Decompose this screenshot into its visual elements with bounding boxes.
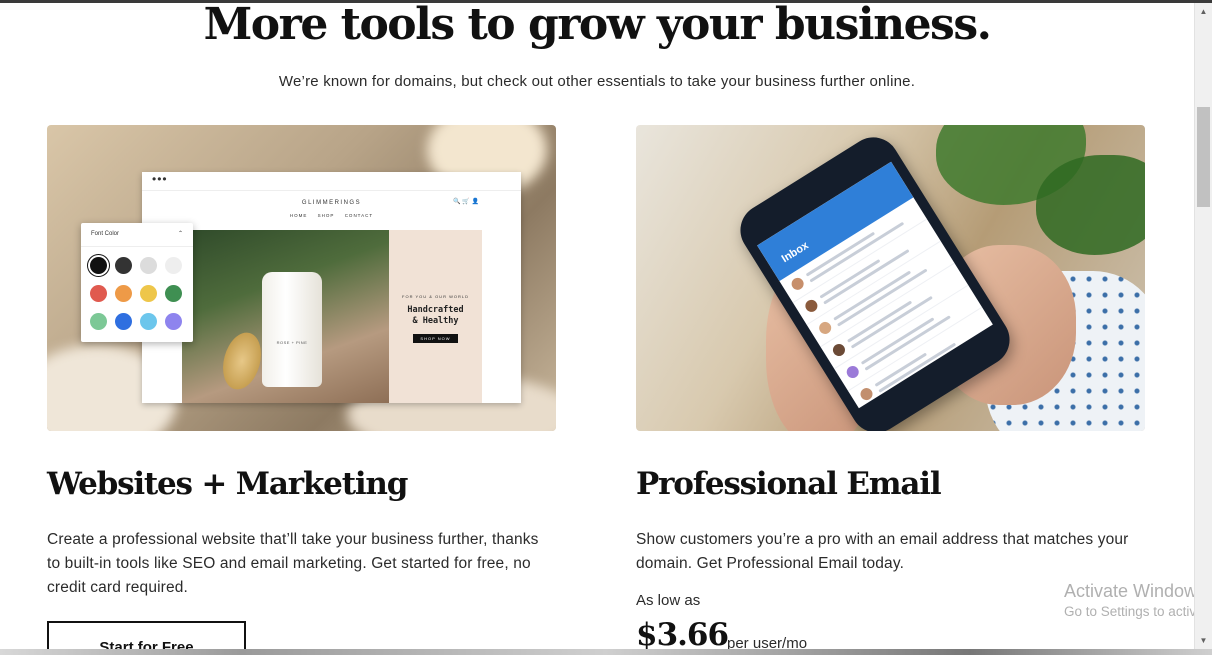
site-nav-home: HOME <box>289 213 308 218</box>
browser-dots: ••• <box>142 172 521 191</box>
activate-windows-watermark: Activate Windows Go to Settings to activ… <box>1064 581 1194 619</box>
color-swatch <box>90 285 107 302</box>
color-swatch <box>140 313 157 330</box>
color-swatch <box>90 313 107 330</box>
section-subheadline: We’re known for domains, but check out o… <box>278 73 916 90</box>
websites-marketing-image: ••• GLIMMERINGS HOME SHOP CONTACT 🔍 🛒 👤 … <box>47 125 556 431</box>
color-swatch <box>165 285 182 302</box>
color-swatch <box>165 313 182 330</box>
site-nav-contact: CONTACT <box>344 213 374 218</box>
site-header-icons: 🔍 🛒 👤 <box>453 199 479 205</box>
avatar <box>816 319 834 337</box>
hero-title-line1: Handcrafted <box>407 305 464 315</box>
professional-email-description: Show customers you’re a pro with an emai… <box>636 531 1129 572</box>
avatar <box>858 385 875 403</box>
chevron-up-icon: ⌃ <box>177 231 183 237</box>
scroll-up-arrow-icon[interactable]: ▲ <box>1195 3 1212 20</box>
color-swatch <box>115 285 132 302</box>
websites-marketing-title: Websites + Marketing <box>47 466 408 502</box>
avatar <box>830 341 848 359</box>
candle-product-photo: ROSE + PINE <box>182 230 389 403</box>
watermark-line2: Go to Settings to activate Windows. <box>1064 604 1194 619</box>
window-bottom-edge <box>0 649 1212 655</box>
site-nav-shop: SHOP <box>317 213 335 218</box>
websites-marketing-description: Create a professional website that’ll ta… <box>47 531 539 596</box>
scrollbar-thumb[interactable] <box>1197 107 1210 207</box>
page-content: More tools to grow your business. We’re … <box>0 3 1194 649</box>
candle-jar-label: ROSE + PINE <box>276 340 308 345</box>
candle-lid-shape <box>217 328 267 394</box>
site-nav: HOME SHOP CONTACT <box>142 213 521 218</box>
website-browser-mockup: ••• GLIMMERINGS HOME SHOP CONTACT 🔍 🛒 👤 … <box>142 172 521 403</box>
picker-header: Font Color ⌃ <box>81 223 193 247</box>
start-for-free-button[interactable]: Start for Free <box>47 621 246 649</box>
plant-leaf-shape <box>1036 155 1145 255</box>
price-unit: per user/mo <box>727 635 808 649</box>
professional-email-title: Professional Email <box>636 466 942 502</box>
section-headline: More tools to grow your business. <box>203 3 992 50</box>
color-swatch <box>140 285 157 302</box>
vertical-scrollbar[interactable]: ▲ ▼ <box>1194 3 1212 649</box>
color-swatch <box>115 257 132 274</box>
price-value: $3.66 <box>636 617 729 649</box>
avatar <box>844 363 861 381</box>
font-color-picker-mockup: Font Color ⌃ <box>81 223 193 342</box>
color-swatch <box>115 313 132 330</box>
picker-title: Font Color <box>91 231 120 237</box>
candle-jar-shape <box>262 272 322 387</box>
scroll-down-arrow-icon[interactable]: ▼ <box>1195 632 1212 649</box>
color-swatch <box>90 257 107 274</box>
avatar <box>789 275 806 293</box>
hero-text-panel: FOR YOU & OUR WORLD Handcrafted & Health… <box>389 230 482 403</box>
avatar <box>803 297 820 315</box>
professional-email-image: Inbox <box>636 125 1145 431</box>
color-swatch <box>140 257 157 274</box>
shop-now-button-mockup: SHOP NOW <box>413 334 458 343</box>
hero-tagline: FOR YOU & OUR WORLD <box>402 294 469 299</box>
color-swatch <box>165 257 182 274</box>
hero-title: Handcrafted & Healthy <box>389 305 482 327</box>
watermark-line1: Activate Windows <box>1064 581 1194 601</box>
hero-title-line2: & Healthy <box>412 316 459 326</box>
price-prefix: As low as <box>636 592 701 609</box>
